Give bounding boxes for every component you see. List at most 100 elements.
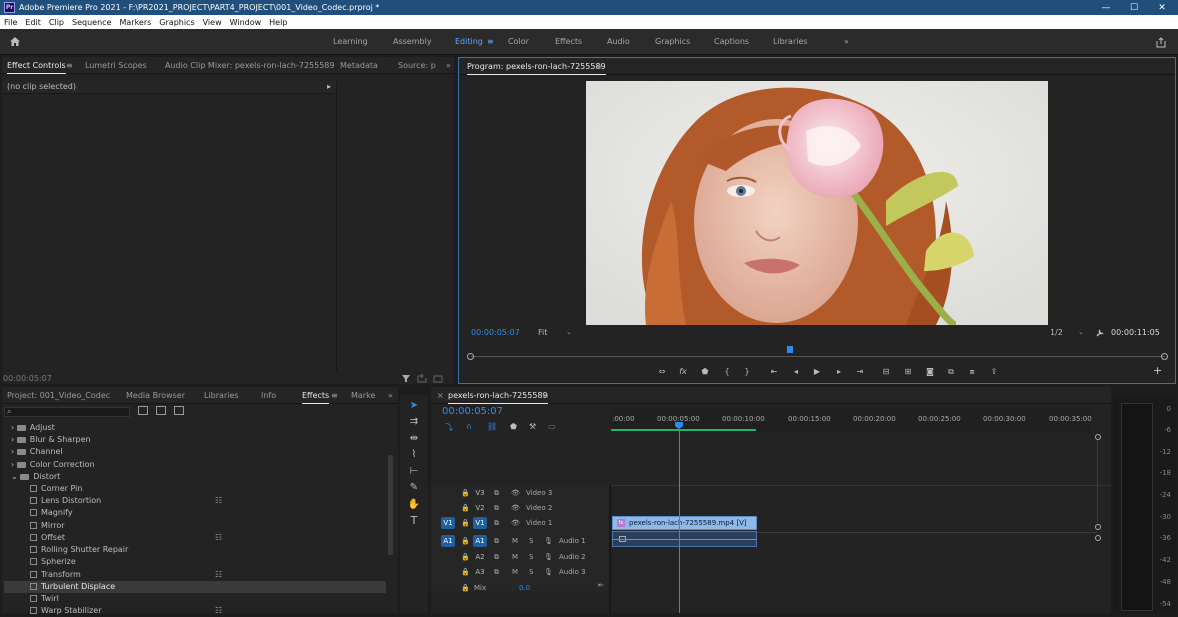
fit-dropdown[interactable]: Fit <box>538 328 547 337</box>
work-area-bar[interactable] <box>611 429 756 431</box>
panel-menu-icon[interactable]: ≡ <box>66 57 73 74</box>
share-icon[interactable] <box>1155 37 1167 48</box>
effects-menu-icon[interactable]: ≡ <box>331 387 338 404</box>
workspace-editing[interactable]: Editing <box>455 29 483 55</box>
lock-icon[interactable]: 🔒 <box>461 534 470 548</box>
workspace-overflow-icon[interactable]: » <box>844 29 849 55</box>
video-clip[interactable]: fx pexels-ron-lach-7255589.mp4 [V] <box>612 516 757 530</box>
menu-edit[interactable]: Edit <box>21 18 45 27</box>
track-id-v2[interactable]: V2 <box>473 502 487 514</box>
overwrite-icon[interactable]: ⧈ <box>966 367 978 377</box>
effect-item[interactable]: Rolling Shutter Repair <box>30 544 128 556</box>
chevron-down-icon[interactable]: ⌄ <box>1078 328 1084 336</box>
mute-button[interactable]: M <box>512 534 518 548</box>
insert-icon[interactable]: ⧉ <box>945 367 957 377</box>
tabs-overflow-icon[interactable]: » <box>388 387 393 404</box>
workspace-graphics[interactable]: Graphics <box>655 29 690 55</box>
tab-project[interactable]: Project: 001_Video_Codec <box>7 387 110 404</box>
timeline-menu-icon[interactable]: ≡ <box>542 387 549 404</box>
maximize-button[interactable]: ☐ <box>1120 0 1148 15</box>
source-patch-v1[interactable]: V1 <box>441 517 455 529</box>
go-to-out-icon[interactable]: ⇥ <box>854 367 866 377</box>
resolution-dropdown[interactable]: 1/2 <box>1050 328 1063 337</box>
32bit-effects-icon[interactable] <box>156 406 166 415</box>
sync-lock-icon[interactable]: ⧉ <box>494 516 499 530</box>
clear-icon[interactable] <box>433 374 443 383</box>
zoom-handle[interactable] <box>1095 434 1101 440</box>
extract-icon[interactable]: ⊞ <box>902 367 914 377</box>
program-menu-icon[interactable]: ≡ <box>595 58 602 75</box>
solo-button[interactable]: S <box>529 550 533 564</box>
export-icon[interactable]: ⇪ <box>988 367 1000 377</box>
add-button-icon[interactable]: + <box>1153 364 1162 377</box>
lock-icon[interactable]: 🔒 <box>461 565 470 579</box>
tab-audio-clip-mixer[interactable]: Audio Clip Mixer: pexels-ron-lach-725558… <box>165 57 334 74</box>
go-to-in-icon[interactable]: ⇤ <box>768 367 780 377</box>
track-id-a3[interactable]: A3 <box>473 566 487 578</box>
eye-icon[interactable]: 👁 <box>511 501 520 515</box>
track-select-tool-icon[interactable]: ⇉ <box>404 414 424 430</box>
tab-lumetri-scopes[interactable]: Lumetri Scopes <box>85 57 147 74</box>
step-forward-icon[interactable]: ▸ <box>833 367 845 377</box>
workspace-audio[interactable]: Audio <box>607 29 630 55</box>
fx-icon[interactable]: fx <box>677 367 689 377</box>
folder-adjust[interactable]: › Adjust <box>11 422 55 434</box>
program-playhead[interactable] <box>787 346 794 353</box>
vertical-scroll-track[interactable] <box>1097 440 1098 524</box>
minimize-button[interactable]: — <box>1092 0 1120 15</box>
mute-button[interactable]: M <box>512 565 518 579</box>
lock-icon[interactable]: 🔒 <box>461 501 470 515</box>
filter-icon[interactable] <box>401 374 411 383</box>
workspace-menu-icon[interactable]: ≡ <box>487 29 494 55</box>
solo-button[interactable]: S <box>529 565 533 579</box>
play-icon[interactable]: ▶ <box>811 367 823 377</box>
menu-markers[interactable]: Markers <box>115 18 155 27</box>
folder-blur-sharpen[interactable]: › Blur & Sharpen <box>11 434 91 446</box>
close-button[interactable]: ✕ <box>1148 0 1176 15</box>
add-marker-icon[interactable]: ⬟ <box>699 367 711 377</box>
lock-icon[interactable]: 🔒 <box>461 486 470 500</box>
tab-effect-controls[interactable]: Effect Controls <box>7 57 66 74</box>
microphone-icon[interactable]: 🎙 <box>544 534 553 548</box>
home-icon[interactable] <box>9 36 21 47</box>
step-back-icon[interactable]: ◂ <box>790 367 802 377</box>
microphone-icon[interactable]: 🎙 <box>544 565 553 579</box>
timeline-playhead-line[interactable] <box>679 429 680 613</box>
go-to-end-icon[interactable]: ⇤ <box>598 578 604 592</box>
track-id-v3[interactable]: V3 <box>473 487 487 499</box>
effect-item[interactable]: Spherize <box>30 556 76 568</box>
add-marker-icon[interactable]: ⬟ <box>510 422 517 431</box>
eye-icon[interactable]: 👁 <box>511 486 520 500</box>
pen-tool-icon[interactable]: ✎ <box>404 480 424 496</box>
tab-effects[interactable]: Effects <box>302 387 330 404</box>
zoom-handle[interactable] <box>1095 535 1101 541</box>
razor-tool-icon[interactable]: ⌇ <box>404 447 424 463</box>
tab-sequence[interactable]: pexels-ron-lach-7255589 <box>448 387 548 404</box>
mute-button[interactable]: M <box>512 550 518 564</box>
effects-scrollbar[interactable] <box>388 455 393 555</box>
yuv-effects-icon[interactable] <box>174 406 184 415</box>
hand-tool-icon[interactable]: ✋ <box>404 497 424 513</box>
snap-icon[interactable]: ∩ <box>466 422 472 431</box>
timeline-timecode[interactable]: 00:00:05:07 <box>442 406 503 417</box>
effect-item[interactable]: Offset <box>30 532 65 544</box>
disclosure-icon[interactable]: › <box>11 460 14 469</box>
tabs-overflow-icon[interactable]: » <box>446 57 451 74</box>
mark-in-icon[interactable]: { <box>721 367 733 377</box>
sync-lock-icon[interactable]: ⧉ <box>494 501 499 515</box>
effect-item[interactable]: Twirl <box>30 593 59 605</box>
effect-item[interactable]: Transform <box>30 569 81 581</box>
program-video-frame[interactable] <box>586 81 1048 325</box>
zoom-handle[interactable] <box>1095 524 1101 530</box>
folder-channel[interactable]: › Channel <box>11 446 63 458</box>
menu-file[interactable]: File <box>0 18 21 27</box>
accelerated-effects-icon[interactable] <box>138 406 148 415</box>
menu-clip[interactable]: Clip <box>45 18 68 27</box>
timeline-settings-icon[interactable]: ⚒ <box>529 422 536 431</box>
lift-icon[interactable]: ⊟ <box>880 367 892 377</box>
mix-value[interactable]: 0.0 <box>519 581 530 595</box>
captions-icon[interactable]: ▭ <box>548 422 556 431</box>
lock-icon[interactable]: 🔒 <box>461 550 470 564</box>
tab-info[interactable]: Info <box>261 387 276 404</box>
menu-graphics[interactable]: Graphics <box>155 18 198 27</box>
